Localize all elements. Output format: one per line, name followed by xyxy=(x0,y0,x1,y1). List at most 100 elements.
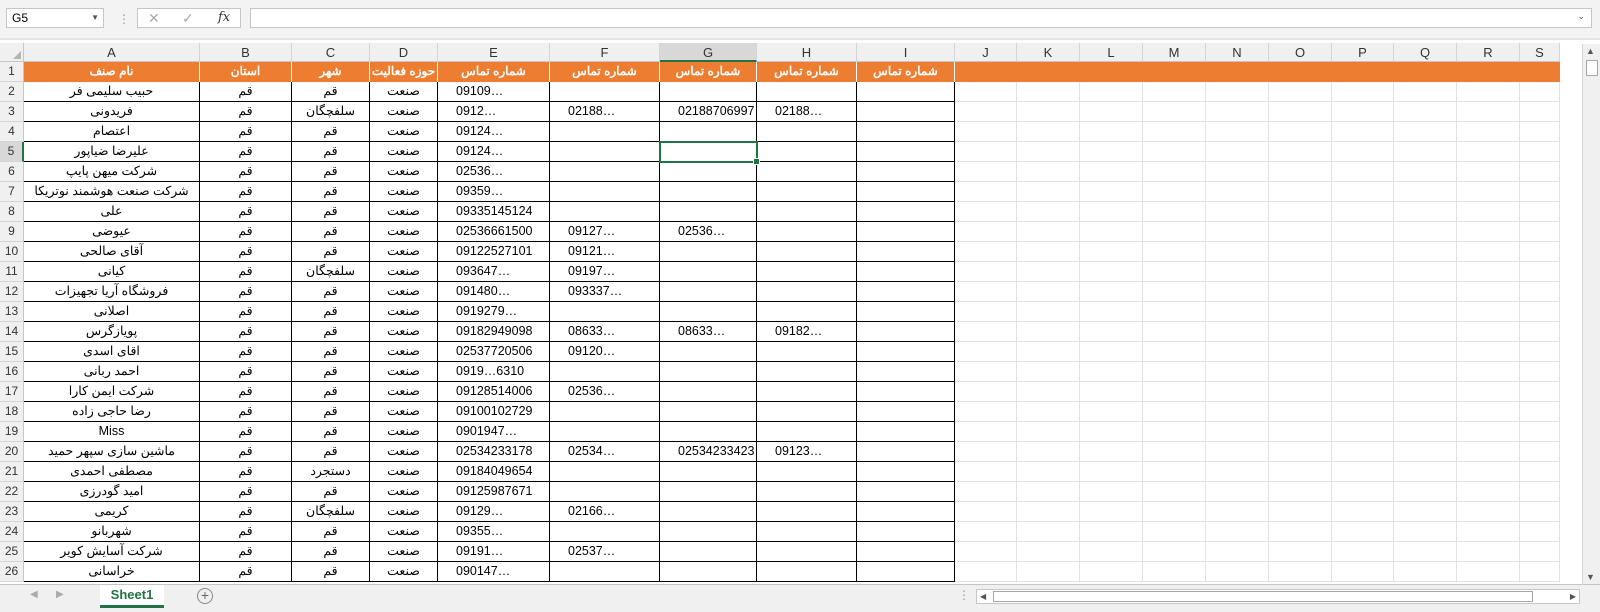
table-cell[interactable]: شرکت صنعت هوشمند نوتریکا xyxy=(24,182,200,202)
table-cell[interactable]: قم xyxy=(200,362,292,382)
table-cell[interactable] xyxy=(1017,302,1080,322)
table-cell[interactable] xyxy=(1080,442,1143,462)
table-cell[interactable] xyxy=(1394,362,1457,382)
table-cell[interactable] xyxy=(1269,482,1332,502)
header-cell[interactable] xyxy=(1394,62,1457,82)
table-cell[interactable] xyxy=(550,362,660,382)
table-cell[interactable]: قم xyxy=(292,322,370,342)
table-cell[interactable] xyxy=(550,482,660,502)
table-cell[interactable] xyxy=(550,162,660,182)
table-cell[interactable] xyxy=(757,142,857,162)
table-cell[interactable] xyxy=(1143,102,1206,122)
table-cell[interactable] xyxy=(1457,422,1520,442)
table-cell[interactable] xyxy=(1457,362,1520,382)
table-cell[interactable] xyxy=(1143,442,1206,462)
chevron-down-icon[interactable]: ▼ xyxy=(91,9,99,27)
row-header[interactable]: 15 xyxy=(0,342,24,362)
table-cell[interactable]: صنعت xyxy=(370,82,438,102)
table-cell[interactable] xyxy=(1520,502,1560,522)
scroll-left-icon[interactable]: ◀ xyxy=(980,590,986,603)
table-cell[interactable] xyxy=(857,142,955,162)
table-cell[interactable] xyxy=(1017,222,1080,242)
table-cell[interactable] xyxy=(1332,242,1394,262)
table-cell[interactable]: قم xyxy=(200,162,292,182)
plus-circle-icon[interactable]: + xyxy=(197,588,213,604)
table-cell[interactable] xyxy=(757,462,857,482)
table-cell[interactable] xyxy=(1269,562,1332,582)
row-header[interactable]: 12 xyxy=(0,282,24,302)
header-cell[interactable] xyxy=(1017,62,1080,82)
column-header-2[interactable]: B xyxy=(200,43,292,62)
header-cell[interactable] xyxy=(1143,62,1206,82)
table-cell[interactable]: 09109… xyxy=(438,82,550,102)
table-cell[interactable] xyxy=(1206,82,1269,102)
active-cell-selection[interactable] xyxy=(659,141,760,165)
table-cell[interactable] xyxy=(1143,282,1206,302)
table-cell[interactable] xyxy=(1206,422,1269,442)
table-cell[interactable] xyxy=(757,542,857,562)
table-cell[interactable] xyxy=(1332,482,1394,502)
table-cell[interactable] xyxy=(1017,82,1080,102)
table-cell[interactable] xyxy=(660,542,757,562)
table-cell[interactable] xyxy=(1206,402,1269,422)
table-cell[interactable] xyxy=(1206,562,1269,582)
table-cell[interactable]: قم xyxy=(292,542,370,562)
table-cell[interactable] xyxy=(1017,202,1080,222)
table-cell[interactable] xyxy=(1332,102,1394,122)
table-cell[interactable] xyxy=(1457,402,1520,422)
table-cell[interactable]: صنعت xyxy=(370,222,438,242)
table-cell[interactable] xyxy=(1332,222,1394,242)
table-cell[interactable] xyxy=(1269,142,1332,162)
table-cell[interactable]: صنعت xyxy=(370,142,438,162)
table-cell[interactable]: 093337… xyxy=(550,282,660,302)
table-cell[interactable]: 09124… xyxy=(438,122,550,142)
table-cell[interactable] xyxy=(757,182,857,202)
table-cell[interactable]: پویاز‌گرس xyxy=(24,322,200,342)
table-cell[interactable]: قم xyxy=(292,82,370,102)
table-cell[interactable]: 02188706997 xyxy=(660,102,757,122)
table-cell[interactable] xyxy=(1520,442,1560,462)
table-cell[interactable]: آقای صالحی xyxy=(24,242,200,262)
table-cell[interactable]: قم xyxy=(292,202,370,222)
table-cell[interactable]: 090147… xyxy=(438,562,550,582)
table-cell[interactable] xyxy=(1269,342,1332,362)
table-cell[interactable]: 02536… xyxy=(660,222,757,242)
table-cell[interactable] xyxy=(955,522,1017,542)
table-cell[interactable]: صنعت xyxy=(370,542,438,562)
table-cell[interactable]: قم xyxy=(292,402,370,422)
table-cell[interactable] xyxy=(955,502,1017,522)
table-cell[interactable]: 09122527101 xyxy=(438,242,550,262)
row-header[interactable]: 21 xyxy=(0,462,24,482)
table-cell[interactable]: قم xyxy=(292,382,370,402)
table-cell[interactable] xyxy=(1017,102,1080,122)
table-cell[interactable] xyxy=(1143,422,1206,442)
table-cell[interactable]: دستجرد xyxy=(292,462,370,482)
table-cell[interactable]: 02166… xyxy=(550,502,660,522)
table-cell[interactable] xyxy=(757,302,857,322)
column-header-1[interactable]: A xyxy=(24,43,200,62)
table-cell[interactable] xyxy=(857,422,955,442)
table-cell[interactable] xyxy=(1269,502,1332,522)
table-cell[interactable] xyxy=(1332,502,1394,522)
table-cell[interactable] xyxy=(955,82,1017,102)
table-cell[interactable]: صنعت xyxy=(370,242,438,262)
table-cell[interactable] xyxy=(955,242,1017,262)
table-cell[interactable]: شهربانو xyxy=(24,522,200,542)
table-cell[interactable]: 093647… xyxy=(438,262,550,282)
table-cell[interactable]: 09124… xyxy=(438,142,550,162)
table-cell[interactable] xyxy=(955,362,1017,382)
table-cell[interactable] xyxy=(1143,162,1206,182)
table-cell[interactable]: 02188… xyxy=(757,102,857,122)
table-cell[interactable] xyxy=(1520,542,1560,562)
table-cell[interactable] xyxy=(955,482,1017,502)
table-cell[interactable] xyxy=(1457,502,1520,522)
table-cell[interactable] xyxy=(857,222,955,242)
table-cell[interactable] xyxy=(1332,402,1394,422)
table-cell[interactable] xyxy=(1269,462,1332,482)
table-cell[interactable]: 02188… xyxy=(550,102,660,122)
table-cell[interactable] xyxy=(1143,482,1206,502)
table-cell[interactable] xyxy=(757,382,857,402)
table-cell[interactable] xyxy=(1143,202,1206,222)
table-cell[interactable]: علیرضا ضیاپور xyxy=(24,142,200,162)
table-cell[interactable] xyxy=(1457,82,1520,102)
